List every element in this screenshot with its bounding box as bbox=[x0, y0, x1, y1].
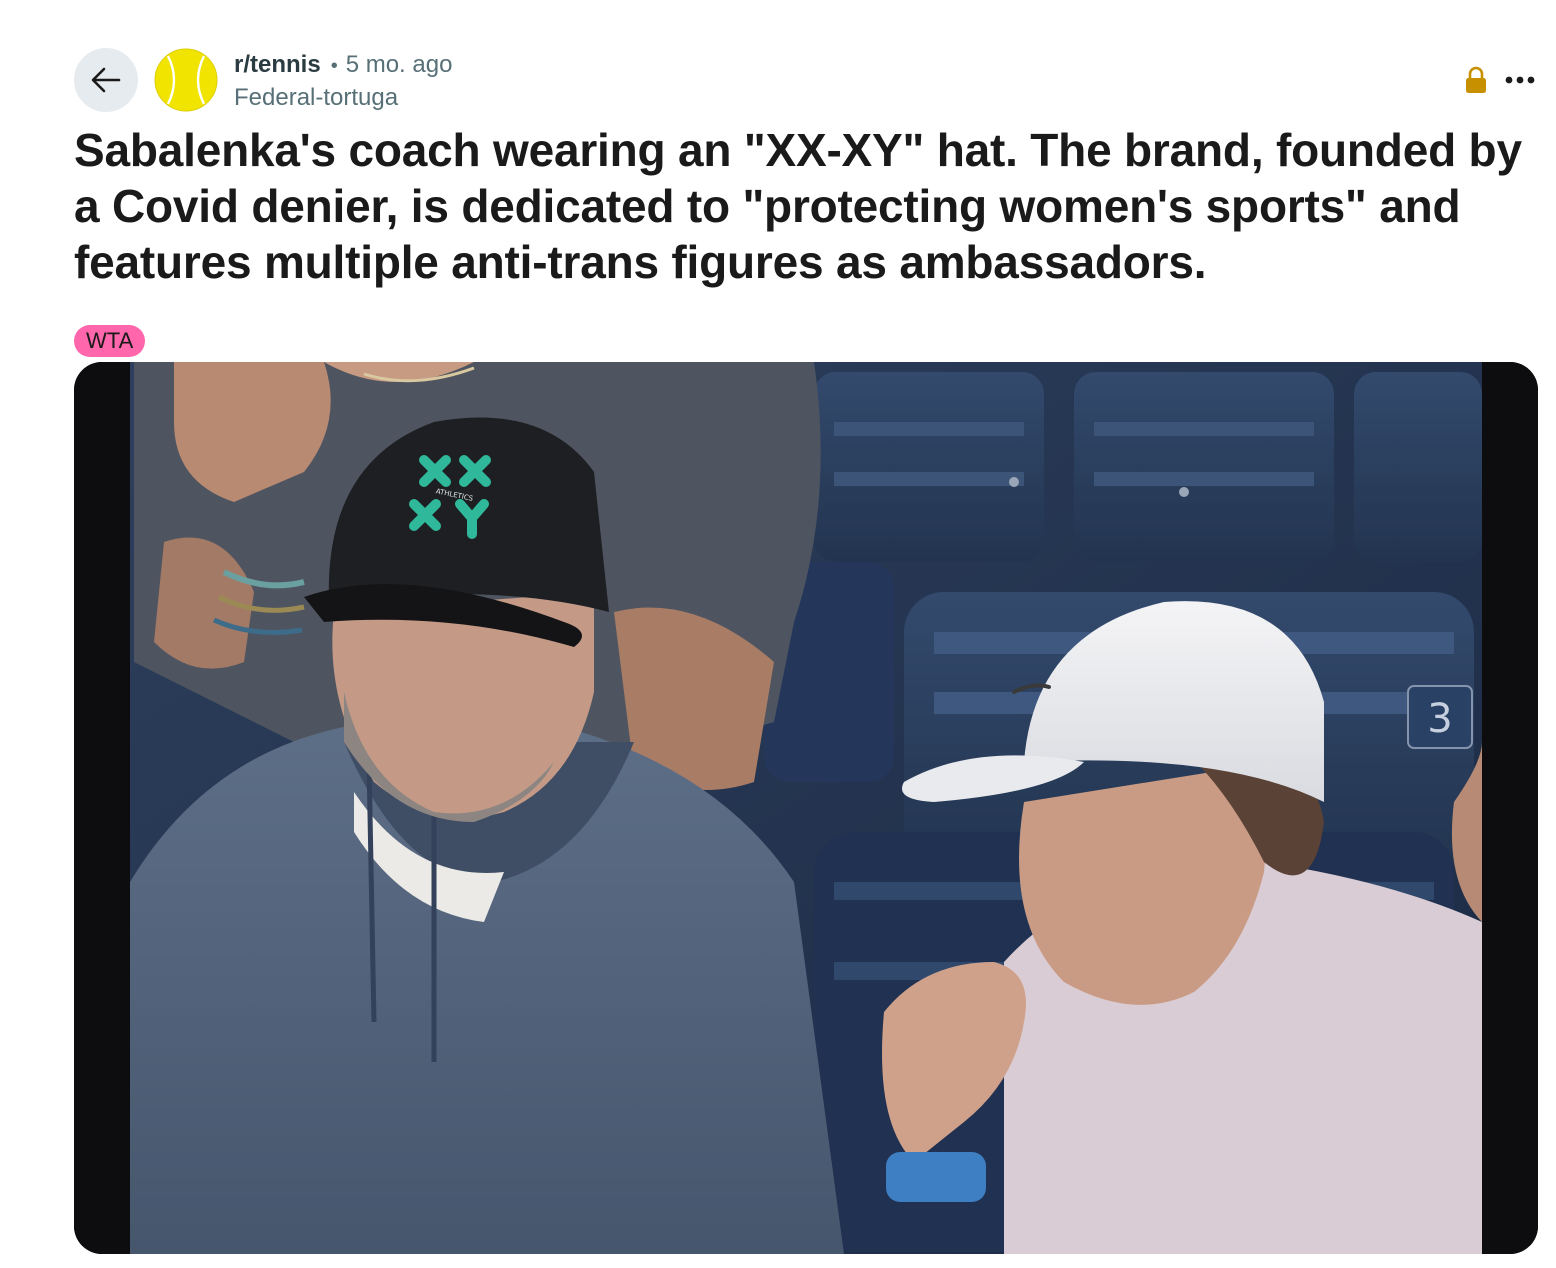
lock-icon bbox=[1466, 66, 1486, 93]
post-container: r/tennis • 5 mo. ago Federal-tortuga Sab… bbox=[0, 0, 1556, 1268]
more-options-button[interactable] bbox=[1500, 62, 1540, 98]
more-horizontal-icon bbox=[1505, 76, 1535, 84]
arrow-left-icon bbox=[91, 67, 121, 93]
back-button[interactable] bbox=[74, 48, 138, 112]
post-age: 5 mo. ago bbox=[345, 51, 453, 78]
subreddit-avatar[interactable] bbox=[154, 48, 218, 112]
subreddit-link[interactable]: r/tennis bbox=[234, 50, 321, 80]
svg-text:3: 3 bbox=[1427, 696, 1452, 742]
post-flair[interactable]: WTA bbox=[74, 325, 146, 357]
photo-scene: 3 ATHLETICS bbox=[74, 362, 1538, 1254]
post-image[interactable]: 3 ATHLETICS bbox=[74, 362, 1538, 1254]
author-link[interactable]: Federal-tortuga bbox=[234, 83, 452, 113]
post-title[interactable]: Sabalenka's coach wearing an "XX-XY" hat… bbox=[74, 122, 1544, 290]
seat-number-plate: 3 bbox=[1407, 685, 1473, 749]
post-meta: r/tennis • 5 mo. ago Federal-tortuga bbox=[234, 50, 452, 113]
meta-separator: • bbox=[330, 55, 338, 77]
blue-wristband bbox=[886, 1152, 986, 1202]
